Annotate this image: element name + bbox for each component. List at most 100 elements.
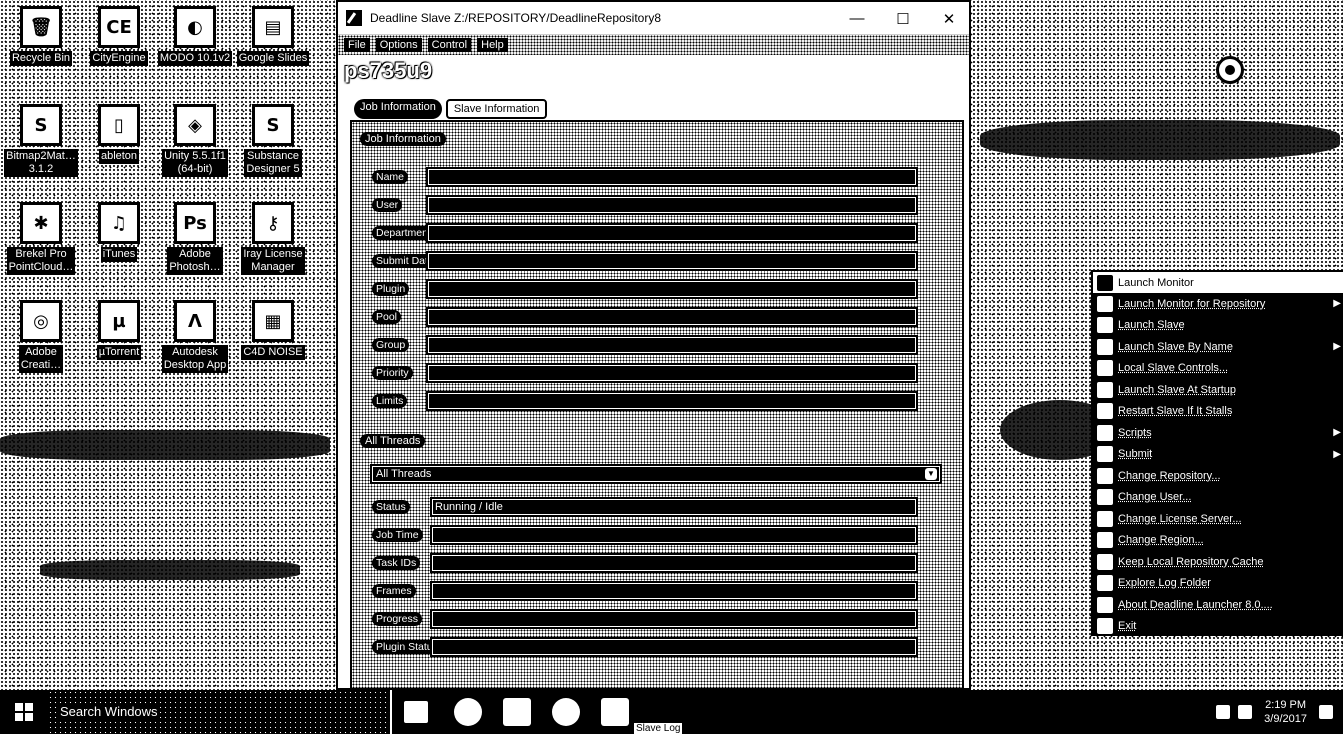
search-box[interactable]: Search Windows <box>48 690 392 734</box>
desktop-icon-brekel[interactable]: ✱ Brekel Pro PointCloud… <box>0 202 84 275</box>
job-field-value-field[interactable] <box>426 251 918 271</box>
title-bar[interactable]: Deadline Slave Z:/REPOSITORY/DeadlineRep… <box>338 2 969 35</box>
close-icon[interactable]: ✕ <box>926 2 972 35</box>
clock-date: 3/9/2017 <box>1264 713 1307 725</box>
menu-item-change-region[interactable]: Change Region... <box>1093 530 1343 551</box>
volume-icon[interactable] <box>1238 705 1253 719</box>
menu-item-change-repository[interactable]: Change Repository... <box>1093 465 1343 486</box>
menu-item-launch-monitor-for-repository[interactable]: Launch Monitor for Repository ▶ <box>1093 293 1343 314</box>
network-icon[interactable] <box>1216 705 1231 719</box>
menu-item-local-slave-controls[interactable]: Local Slave Controls... <box>1093 358 1343 379</box>
tab-slave-information[interactable]: Slave Information <box>445 99 548 119</box>
desktop-icon-photoshop[interactable]: Ps Adobe Photosh… <box>152 202 238 275</box>
desktop-icon-label: Substance Designer 5 <box>244 149 302 177</box>
menu-header-launch-monitor[interactable]: Launch Monitor <box>1093 272 1343 293</box>
desktop-icon-substance-designer[interactable]: S Substance Designer 5 <box>230 104 316 177</box>
menu-item-exit[interactable]: Exit <box>1093 616 1343 637</box>
thread-field-label: Frames <box>372 584 416 598</box>
desktop-icon-label: Recycle Bin <box>9 51 73 66</box>
menu-item-label: Change Region... <box>1118 534 1204 546</box>
chrome-icon[interactable] <box>552 698 580 726</box>
desktop-icon-label: CityEngine <box>90 51 148 66</box>
menu-file[interactable]: File <box>344 38 370 52</box>
job-field-row: Department <box>372 222 972 244</box>
desktop-icon-utorrent[interactable]: µ µTorrent <box>76 300 162 360</box>
desktop-icon-ableton[interactable]: ▯ ableton <box>76 104 162 164</box>
menu-item-submit[interactable]: Submit ▶ <box>1093 444 1343 465</box>
desktop-icon-cityengine[interactable]: CE CityEngine <box>76 6 162 66</box>
desktop-icon-unity[interactable]: ◈ Unity 5.5.1f1 (64-bit) <box>152 104 238 177</box>
job-field-value-field[interactable] <box>426 307 918 327</box>
menu-header-label: Launch Monitor <box>1118 276 1194 289</box>
thread-field-value-field[interactable] <box>430 637 918 657</box>
desktop-icon-iray-license[interactable]: ⚷ Iray License Manager <box>230 202 316 275</box>
menu-item-launch-slave-at-startup[interactable]: Launch Slave At Startup <box>1093 379 1343 400</box>
desktop-icon-recycle-bin[interactable]: 🗑 Recycle Bin <box>0 6 84 66</box>
thread-field-row: Frames <box>372 580 972 602</box>
slave-icon <box>1097 317 1113 333</box>
menu-item-change-license-server[interactable]: Change License Server... <box>1093 508 1343 529</box>
thread-field-value-field[interactable] <box>430 609 918 629</box>
desktop-icon-bitmap2material[interactable]: S Bitmap2Mat… 3.1.2 <box>0 104 84 177</box>
job-field-label: Priority <box>372 366 413 380</box>
job-field-value-field[interactable] <box>426 391 918 411</box>
menu-options[interactable]: Options <box>375 38 422 52</box>
thread-field-value-field[interactable] <box>430 553 918 573</box>
wallpaper-shape <box>40 560 300 580</box>
menu-item-label: Explore Log Folder <box>1118 577 1211 589</box>
desktop-icon-modo[interactable]: ◐ MODO 10.1v2 <box>152 6 238 66</box>
desktop-icon-adobe-creative[interactable]: ◎ Adobe Creati… <box>0 300 84 373</box>
job-field-value-field[interactable] <box>426 167 918 187</box>
threads-select[interactable]: All Threads ▼ <box>370 464 942 484</box>
browser-icon[interactable] <box>454 698 482 726</box>
folder-icon[interactable] <box>503 698 531 726</box>
notifications-icon[interactable] <box>1319 705 1333 719</box>
menu-item-about-deadline-launcher-8-0[interactable]: About Deadline Launcher 8.0.... <box>1093 594 1343 615</box>
menu-item-change-user[interactable]: Change User... <box>1093 487 1343 508</box>
job-field-value-field[interactable] <box>426 279 918 299</box>
menu-item-keep-local-repository-cache[interactable]: Keep Local Repository Cache <box>1093 551 1343 572</box>
unity-icon: ◈ <box>174 104 216 146</box>
menu-item-label: Change License Server... <box>1118 512 1242 525</box>
start-button[interactable] <box>0 690 48 734</box>
maximize-icon[interactable]: ☐ <box>880 2 926 35</box>
thread-field-value-field[interactable] <box>430 581 918 601</box>
job-field-value-field[interactable] <box>426 363 918 383</box>
submenu-arrow-icon: ▶ <box>1333 448 1341 460</box>
menu-item-launch-slave-by-name[interactable]: Launch Slave By Name ▶ <box>1093 336 1343 357</box>
job-field-value-field[interactable] <box>426 223 918 243</box>
user-icon <box>1097 489 1113 505</box>
desktop-icon-label: C4D NOISE <box>241 345 305 360</box>
menu-item-launch-slave[interactable]: Launch Slave <box>1093 315 1343 336</box>
monitor-icon <box>1097 295 1113 312</box>
cityengine-icon: CE <box>98 6 140 48</box>
wallpaper-shape <box>980 120 1340 160</box>
adobe-creative-icon: ◎ <box>20 300 62 342</box>
recycle-bin-icon: 🗑 <box>20 6 62 48</box>
launcher-context-menu: Launch Monitor Launch Monitor for Reposi… <box>1091 270 1343 636</box>
job-section-heading: Job Information <box>360 132 446 146</box>
menu-item-label: Launch Monitor for Repository <box>1118 297 1266 310</box>
job-field-value-field[interactable] <box>426 335 918 355</box>
menu-item-restart-slave-if-it-stalls[interactable]: Restart Slave If It Stalls <box>1093 401 1343 422</box>
window-title: Deadline Slave Z:/REPOSITORY/DeadlineRep… <box>370 11 662 25</box>
clock[interactable]: 2:19 PM 3/9/2017 <box>1264 698 1307 726</box>
menu-item-label: Keep Local Repository Cache <box>1118 555 1264 568</box>
menu-item-scripts[interactable]: Scripts ▶ <box>1093 422 1343 443</box>
job-field-value-field[interactable] <box>426 195 918 215</box>
job-field-row: Submit Date <box>372 250 972 272</box>
menu-item-explore-log-folder[interactable]: Explore Log Folder <box>1093 573 1343 594</box>
task-view-icon[interactable] <box>404 701 428 723</box>
deadline-taskbar-icon[interactable] <box>601 698 629 726</box>
desktop-icon-c4d-noise[interactable]: ▦ C4D NOISE <box>230 300 316 360</box>
tab-job-information[interactable]: Job Information <box>354 99 442 119</box>
thread-field-value-field[interactable]: Running / Idle <box>430 497 918 517</box>
minimize-icon[interactable]: — <box>834 2 880 35</box>
desktop-icon-google-slides[interactable]: ▤ Google Slides <box>230 6 316 66</box>
menu-help[interactable]: Help <box>477 38 508 52</box>
desktop-icon-autodesk[interactable]: Λ Autodesk Desktop App <box>152 300 238 373</box>
menu-control[interactable]: Control <box>427 38 472 52</box>
restart-icon <box>1097 403 1113 419</box>
thread-field-value-field[interactable] <box>430 525 918 545</box>
desktop-icon-itunes[interactable]: ♫ iTunes <box>76 202 162 262</box>
